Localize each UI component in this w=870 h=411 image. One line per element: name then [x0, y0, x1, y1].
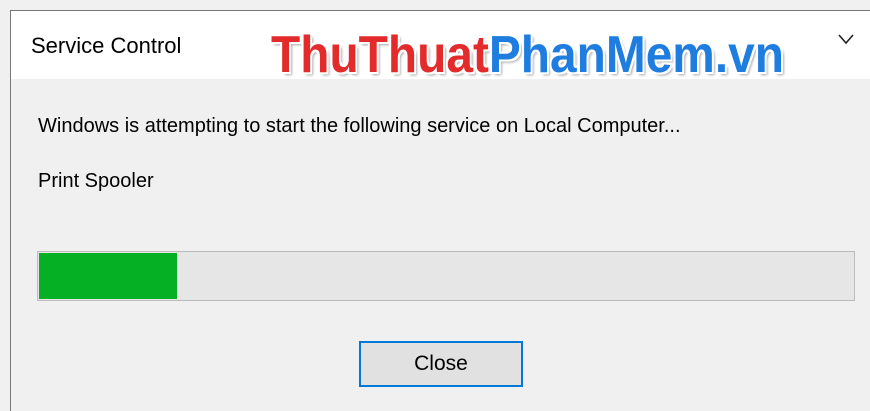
chevron-down-icon[interactable]	[836, 29, 856, 49]
status-message: Windows is attempting to start the follo…	[38, 115, 681, 137]
service-name: Print Spooler	[38, 170, 154, 192]
close-button[interactable]: Close	[359, 341, 523, 387]
progress-bar	[37, 251, 855, 301]
dialog-title: Service Control	[31, 33, 182, 58]
watermark-part1: ThuThuat	[271, 26, 489, 84]
title-bar: Service Control ThuThuatPhanMem.vn	[11, 11, 870, 84]
progress-fill	[39, 253, 177, 299]
service-control-dialog: Service Control ThuThuatPhanMem.vn Windo…	[10, 10, 870, 411]
watermark-logo: ThuThuatPhanMem.vn	[271, 25, 784, 85]
watermark-part2: PhanMem.vn	[488, 26, 784, 84]
